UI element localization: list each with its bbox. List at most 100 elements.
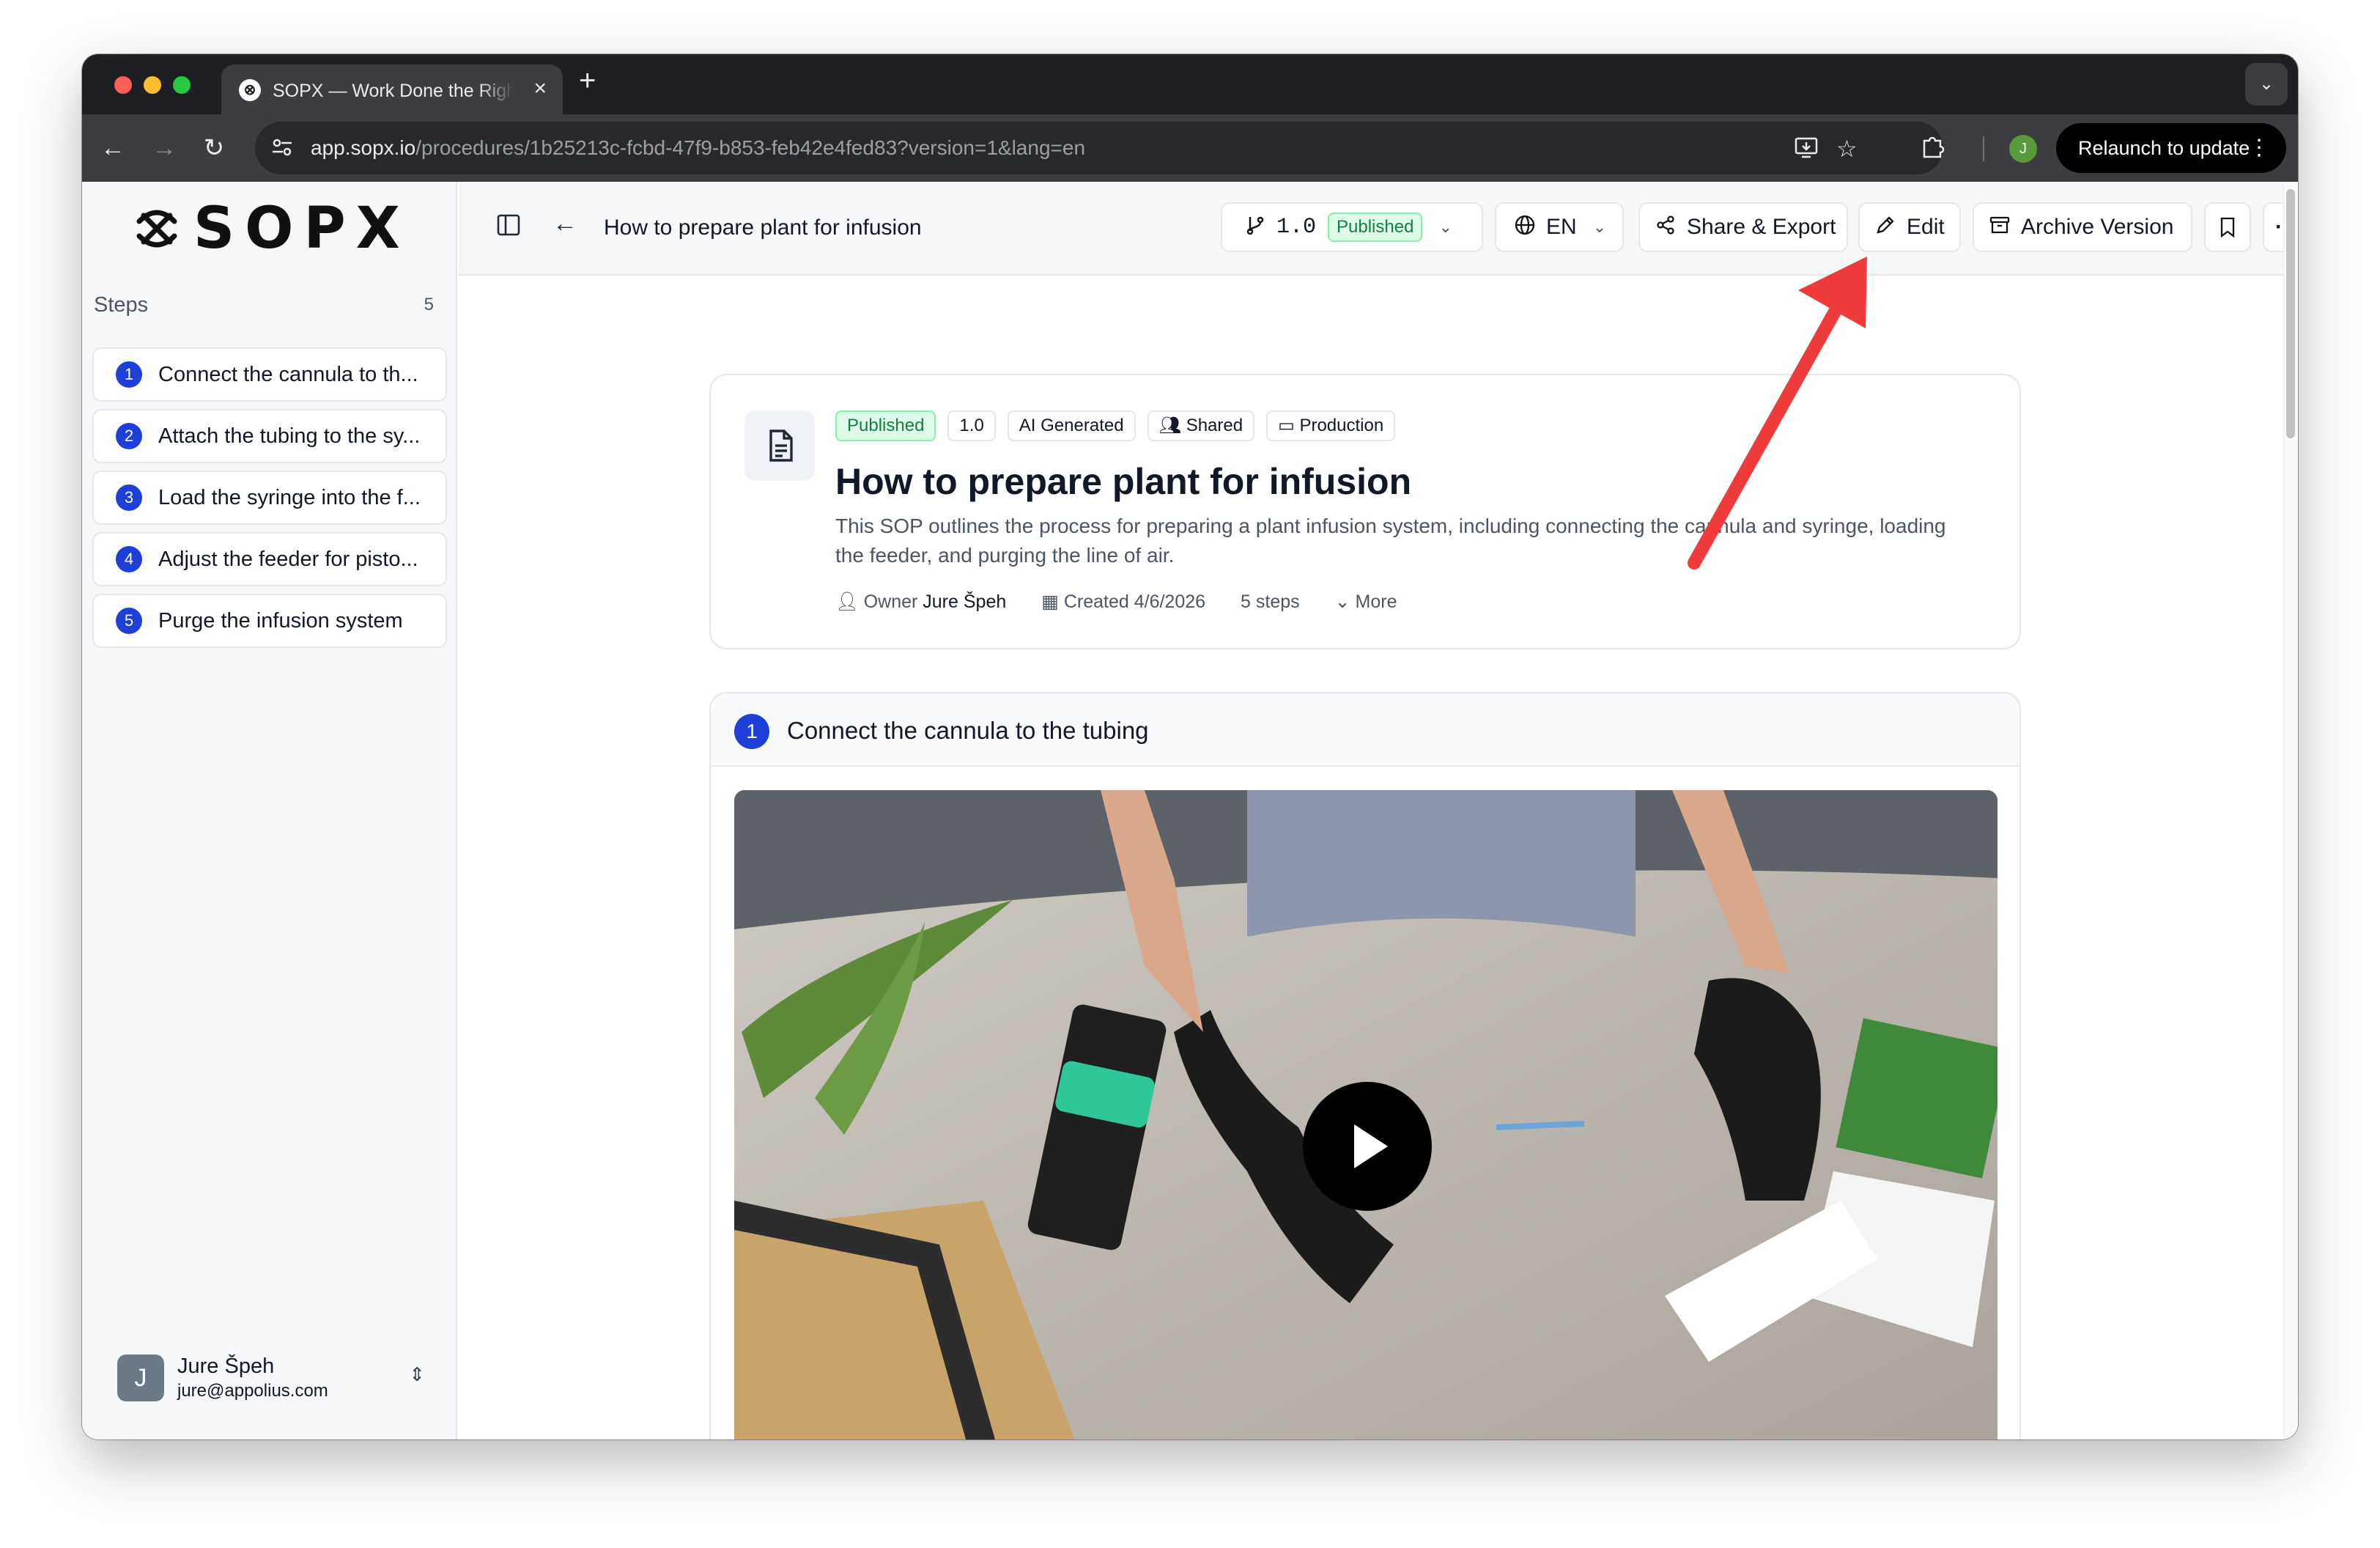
ai-generated-badge: AI Generated	[1007, 410, 1136, 441]
sidebar-step-2[interactable]: 2 Attach the tubing to the sy...	[92, 409, 447, 463]
steps-heading-label: Steps	[94, 293, 149, 317]
sidebar-step-1[interactable]: 1 Connect the cannula to th...	[92, 347, 447, 402]
logo-text: SOPX	[193, 196, 410, 262]
procedure-description: This SOP outlines the process for prepar…	[835, 515, 1946, 567]
profile-avatar[interactable]: J	[2009, 135, 2037, 163]
site-settings-icon[interactable]	[271, 136, 296, 160]
sidebar-toggle-icon[interactable]	[497, 214, 520, 236]
tab-title: SOPX — Work Done the Right Way	[273, 81, 514, 101]
shared-label: Shared	[1186, 416, 1243, 435]
tab-search-chevron-icon[interactable]: ⌄	[2245, 63, 2288, 106]
archive-version-label: Archive Version	[2021, 215, 2174, 239]
step-label: Attach the tubing to the sy...	[158, 424, 421, 448]
bookmark-star-icon[interactable]: ☆	[1836, 135, 1858, 163]
back-icon[interactable]: ←	[97, 132, 129, 164]
step-label: Connect the cannula to th...	[158, 362, 418, 386]
bookmark-icon	[2220, 217, 2235, 238]
user-email: jure@appolius.com	[177, 1381, 328, 1401]
folder-badge: ▭ Production	[1266, 410, 1396, 441]
chevron-down-icon: ⌄	[1334, 591, 1356, 612]
chevron-down-icon: ⌄	[1438, 218, 1452, 236]
owner-label: Owner	[863, 591, 918, 612]
step-label: Purge the infusion system	[158, 608, 403, 633]
procedure-tags: Published 1.0 AI Generated 👥︎ Shared ▭ P…	[835, 410, 1407, 441]
sopx-favicon-icon: ⊗	[239, 79, 261, 101]
steps-meta: 5 steps	[1241, 591, 1300, 612]
relaunch-label: Relaunch to update	[2078, 137, 2250, 159]
globe-icon	[1514, 214, 1536, 241]
step-number: 5	[116, 608, 142, 634]
step-number: 1	[734, 714, 769, 749]
close-window-button[interactable]	[114, 76, 132, 94]
sidebar-step-3[interactable]: 3 Load the syringe into the f...	[92, 471, 447, 525]
scrollbar-thumb[interactable]	[2286, 189, 2295, 438]
language-select[interactable]: EN ⌄	[1495, 202, 1624, 252]
more-toggle[interactable]: ⌄ More	[1335, 591, 1397, 613]
tab-strip: ⊗ SOPX — Work Done the Right Way × + ⌄	[82, 54, 2298, 114]
more-label: More	[1355, 591, 1397, 612]
shared-badge: 👥︎ Shared	[1147, 410, 1255, 441]
created-meta: ▦ Created 4/6/2026	[1041, 591, 1205, 613]
extensions-icon[interactable]	[1920, 133, 1945, 164]
minimize-window-button[interactable]	[144, 76, 161, 94]
share-icon	[1655, 214, 1677, 241]
browser-tab[interactable]: ⊗ SOPX — Work Done the Right Way ×	[221, 64, 563, 114]
bookmark-button[interactable]	[2204, 202, 2251, 252]
app: SOPX Steps 5 1 Connect the cannula to th…	[82, 182, 2298, 1440]
share-export-label: Share & Export	[1687, 215, 1836, 239]
step-number: 1	[116, 361, 142, 388]
reload-icon[interactable]: ↻	[198, 132, 230, 164]
edit-label: Edit	[1907, 215, 1945, 239]
version-number: 1.0	[1276, 215, 1317, 240]
status-badge: Published	[835, 410, 936, 441]
created-label: Created 4/6/2026	[1063, 591, 1206, 612]
procedure-meta: 👤︎ Owner Jure Špeh ▦ Created 4/6/2026 5 …	[835, 591, 1433, 613]
sopx-logo-icon	[136, 210, 177, 248]
archive-version-button[interactable]: Archive Version	[1973, 202, 2192, 252]
install-app-icon[interactable]	[1794, 135, 1819, 166]
procedure-title: How to prepare plant for infusion	[835, 461, 1412, 502]
browser-window: ⊗ SOPX — Work Done the Right Way × + ⌄ ←…	[82, 54, 2298, 1440]
back-arrow-icon[interactable]: ←	[552, 210, 577, 238]
users-icon: 👥︎	[1158, 416, 1186, 435]
folder-icon: ▭	[1278, 416, 1300, 435]
page-title: How to prepare plant for infusion	[604, 215, 922, 240]
step-number: 3	[116, 484, 142, 511]
owner-meta: 👤︎ Owner Jure Špeh	[835, 591, 1006, 613]
owner-name: Jure Špeh	[923, 591, 1007, 612]
step-label: Load the syringe into the f...	[158, 485, 421, 509]
user-name: Jure Špeh	[177, 1354, 275, 1378]
step-list: 1 Connect the cannula to th... 2 Attach …	[92, 347, 447, 655]
procedure-summary-card: Published 1.0 AI Generated 👥︎ Shared ▭ P…	[709, 374, 2021, 649]
step-number: 2	[116, 423, 142, 449]
document-icon	[744, 410, 815, 481]
step-video[interactable]	[734, 790, 1998, 1440]
edit-button[interactable]: Edit	[1858, 202, 1961, 252]
share-export-button[interactable]: Share & Export	[1638, 202, 1848, 252]
user-menu[interactable]: J Jure Špeh jure@appolius.com ⇕	[117, 1350, 425, 1409]
more-vertical-icon[interactable]: ⋮	[2248, 123, 2270, 173]
user-icon: 👤︎	[835, 591, 864, 612]
sidebar: SOPX Steps 5 1 Connect the cannula to th…	[82, 182, 457, 1440]
chevrons-up-down-icon: ⇕	[409, 1363, 425, 1385]
pencil-icon	[1874, 214, 1896, 241]
step-card-header: 1 Connect the cannula to the tubing	[711, 693, 2019, 767]
steps-count: 5	[424, 295, 434, 314]
step-title: Connect the cannula to the tubing	[787, 717, 1149, 744]
new-tab-icon[interactable]: +	[579, 64, 596, 97]
forward-icon[interactable]: →	[148, 132, 180, 164]
sidebar-step-4[interactable]: 4 Adjust the feeder for pisto...	[92, 532, 447, 586]
sidebar-step-5[interactable]: 5 Purge the infusion system	[92, 594, 447, 648]
chevron-down-icon: ⌄	[1592, 218, 1607, 236]
play-button[interactable]	[1303, 1082, 1432, 1211]
published-badge: Published	[1328, 213, 1423, 242]
address-bar[interactable]: app.sopx.io/procedures/1b25213c-fcbd-47f…	[255, 122, 1943, 174]
relaunch-button[interactable]: Relaunch to update ⋮	[2056, 123, 2286, 173]
maximize-window-button[interactable]	[173, 76, 191, 94]
toolbar-divider	[1983, 136, 1984, 161]
step-number: 4	[116, 546, 142, 572]
browser-toolbar: ← → ↻ app.sopx.io/procedures/1b25213c-fc…	[82, 114, 2298, 182]
version-select[interactable]: 1.0 Published ⌄	[1221, 202, 1483, 252]
tab-close-icon[interactable]: ×	[533, 76, 547, 101]
sopx-logo[interactable]: SOPX	[133, 199, 410, 258]
